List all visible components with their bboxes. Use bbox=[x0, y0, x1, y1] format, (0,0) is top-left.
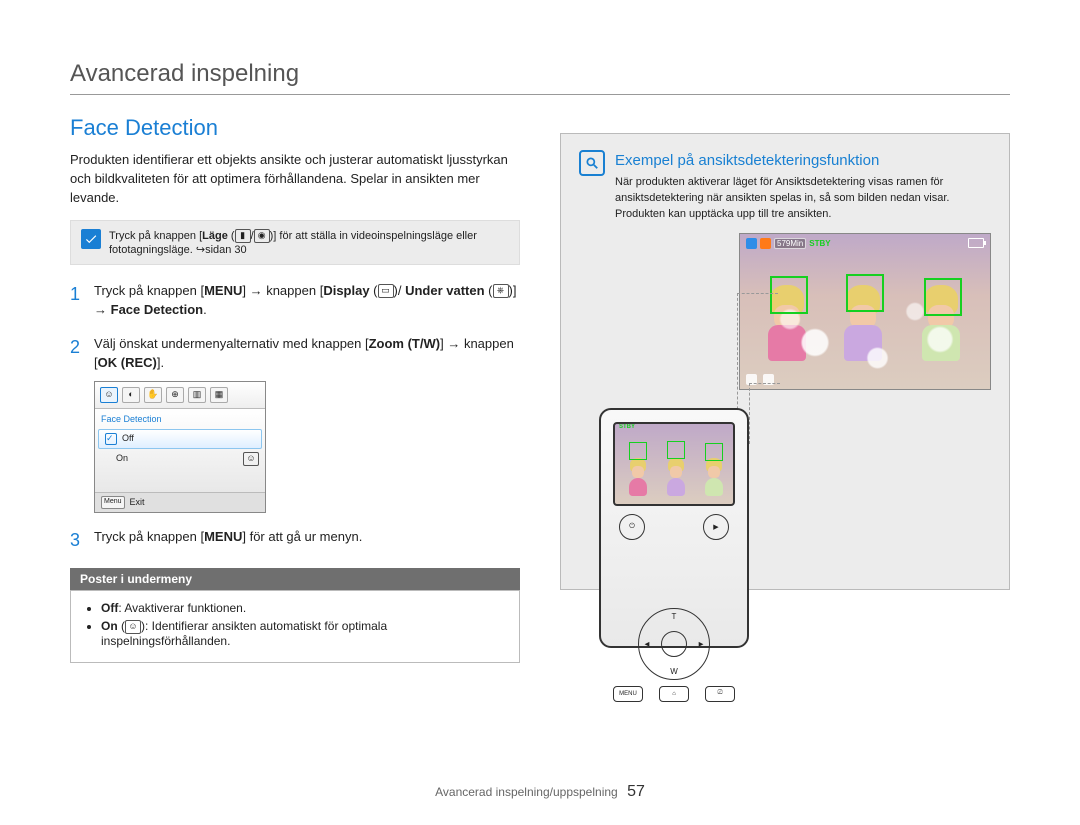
video-mode-icon: ▮ bbox=[235, 229, 251, 243]
menu-tab-icon: ▦ bbox=[210, 387, 228, 403]
osd-time: 579Min bbox=[774, 238, 806, 249]
screen-preview: 579Min STBY bbox=[739, 233, 991, 390]
camcorder-screen: STBY bbox=[613, 422, 735, 506]
cam-dpad: T W ◄ ► bbox=[638, 608, 710, 680]
face-box bbox=[770, 276, 808, 314]
menu-tab-icon: ▥ bbox=[188, 387, 206, 403]
left-column: Face Detection Produkten identifierar et… bbox=[70, 115, 520, 663]
check-icon bbox=[81, 229, 101, 249]
step-number: 1 bbox=[70, 281, 84, 320]
face-box bbox=[846, 274, 884, 312]
menu-button-icon: Menu bbox=[101, 496, 125, 509]
display-icon: ▭ bbox=[378, 284, 394, 298]
page-number: 57 bbox=[627, 783, 645, 800]
camcorder-illustration: STBY ⏻ ▶ T W bbox=[599, 408, 749, 648]
connector-line bbox=[749, 383, 750, 444]
cam-button: MENU bbox=[613, 686, 643, 702]
submenu-header: Poster i undermeny bbox=[70, 568, 520, 590]
page-footer: Avancerad inspelning/uppspelning 57 bbox=[0, 783, 1080, 801]
example-title: Exempel på ansiktsdetekteringsfunktion bbox=[615, 152, 991, 169]
section-title: Face Detection bbox=[70, 115, 520, 141]
chapter-title: Avancerad inspelning bbox=[70, 60, 1010, 95]
cam-button: ⎚ bbox=[705, 686, 735, 702]
mode-note: Tryck på knappen [Läge (▮/◉)] för att st… bbox=[70, 220, 520, 265]
magnifier-icon bbox=[579, 150, 605, 176]
menu-tab-icon: ◐ bbox=[122, 387, 140, 403]
step-3: 3 Tryck på knappen [MENU] för att gå ur … bbox=[70, 527, 520, 554]
step-2: 2 Välj önskat undermenyalternativ med kn… bbox=[70, 334, 520, 514]
cam-button: ⌂ bbox=[659, 686, 689, 702]
osd-stby: STBY bbox=[809, 239, 830, 248]
cam-button: ▶ bbox=[703, 514, 729, 540]
menu-option-on: On ☺ bbox=[95, 450, 265, 468]
submenu-on: On (☺): Identifierar ansikten automatisk… bbox=[101, 619, 505, 648]
cam-button: ⏻ bbox=[619, 514, 645, 540]
camera-menu-screenshot: ☺ ◐ ✋ ⊕ ▥ ▦ Face Detection bbox=[94, 381, 266, 514]
menu-option-off: Off bbox=[98, 429, 262, 449]
photo-mode-icon: ◉ bbox=[254, 229, 270, 243]
right-column: Exempel på ansiktsdetekteringsfunktion N… bbox=[560, 115, 1010, 663]
menu-tab-icon: ✋ bbox=[144, 387, 162, 403]
intro-paragraph: Produkten identifierar ett objekts ansik… bbox=[70, 151, 520, 208]
step-1: 1 Tryck på knappen [MENU] → knappen [Dis… bbox=[70, 281, 520, 320]
menu-tab-icon: ⊕ bbox=[166, 387, 184, 403]
submenu-off: Off: Avaktiverar funktionen. bbox=[101, 601, 505, 615]
step-number: 2 bbox=[70, 334, 84, 514]
camcorder-buttons: ⏻ ▶ T W ◄ ► bbox=[613, 514, 735, 632]
battery-icon bbox=[968, 238, 984, 248]
connector-line bbox=[737, 293, 778, 294]
face-box bbox=[924, 278, 962, 316]
osd-top: 579Min STBY bbox=[746, 238, 831, 249]
example-text: När produkten aktiverar läget för Ansikt… bbox=[615, 175, 991, 223]
connector-line bbox=[749, 383, 780, 384]
example-panel: Exempel på ansiktsdetekteringsfunktion N… bbox=[560, 133, 1010, 590]
osd-icon bbox=[760, 238, 771, 249]
submenu-items: Off: Avaktiverar funktionen. On (☺): Ide… bbox=[70, 590, 520, 663]
checkmark-icon bbox=[105, 433, 117, 445]
face-detect-icon: ☺ bbox=[243, 452, 259, 466]
menu-header: Face Detection bbox=[95, 411, 265, 429]
osd-icon bbox=[746, 238, 757, 249]
osd-stby: STBY bbox=[619, 424, 635, 430]
menu-tab-icon: ☺ bbox=[100, 387, 118, 403]
underwater-icon: ⎈ bbox=[493, 284, 509, 298]
step-number: 3 bbox=[70, 527, 84, 554]
face-detect-icon: ☺ bbox=[125, 620, 141, 634]
